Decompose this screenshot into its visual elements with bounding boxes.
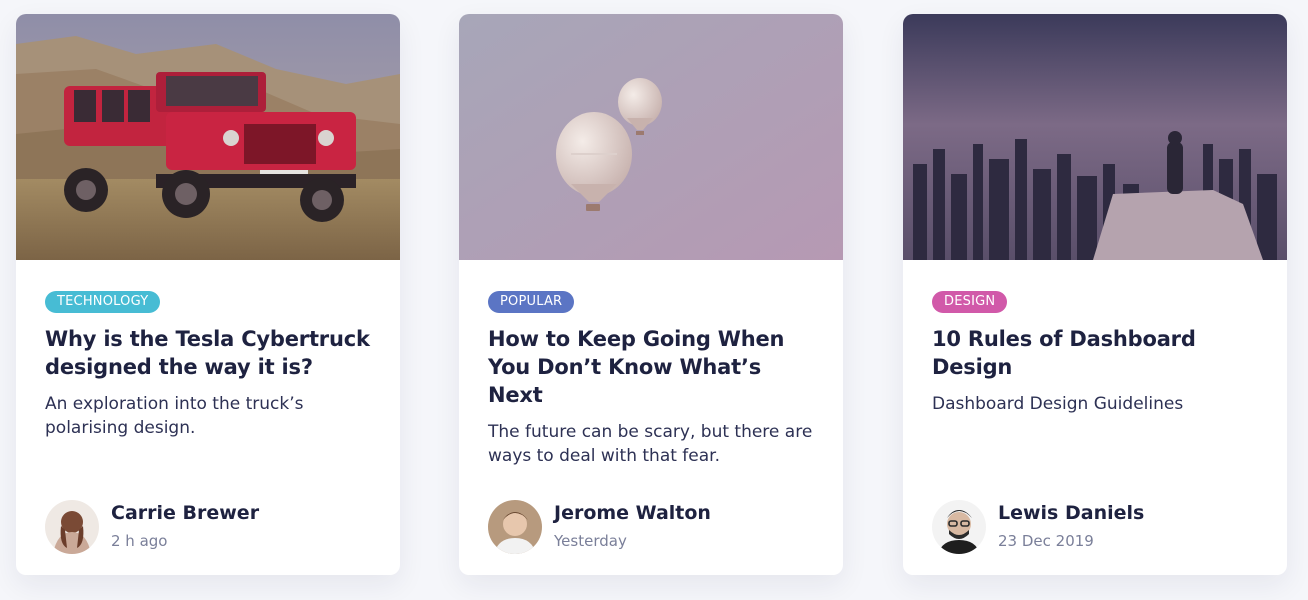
card-body: DESIGN 10 Rules of Dashboard Design Dash… [903, 260, 1287, 575]
category-tag[interactable]: DESIGN [932, 291, 1008, 313]
card-image-city[interactable] [903, 14, 1287, 260]
article-description: Dashboard Design Guidelines [932, 394, 1184, 414]
balloons-photo [459, 14, 843, 260]
article-description: An exploration into the truck’s polarisi… [45, 394, 304, 438]
card-body: TECHNOLOGY Why is the Tesla Cybertruck d… [16, 260, 400, 575]
author-name[interactable]: Jerome Walton [554, 500, 711, 526]
jeep-photo [16, 14, 400, 260]
article-card[interactable]: DESIGN 10 Rules of Dashboard Design Dash… [903, 14, 1287, 575]
author-avatar[interactable] [45, 500, 99, 554]
post-date: 23 Dec 2019 [998, 532, 1094, 550]
article-title[interactable]: How to Keep Going When You Don’t Know Wh… [488, 325, 813, 409]
city-photo [903, 14, 1287, 260]
author-name[interactable]: Lewis Daniels [998, 500, 1144, 526]
card-image-balloons[interactable] [459, 14, 843, 260]
post-date: 2 h ago [111, 532, 168, 550]
article-title[interactable]: 10 Rules of Dashboard Design [932, 325, 1257, 381]
card-image-jeep[interactable] [16, 14, 400, 260]
article-card[interactable]: TECHNOLOGY Why is the Tesla Cybertruck d… [16, 14, 400, 575]
author-avatar[interactable] [932, 500, 986, 554]
article-description: The future can be scary, but there are w… [488, 422, 813, 466]
category-tag[interactable]: POPULAR [488, 291, 575, 313]
article-title[interactable]: Why is the Tesla Cybertruck designed the… [45, 325, 370, 381]
article-card[interactable]: POPULAR How to Keep Going When You Don’t… [459, 14, 843, 575]
post-date: Yesterday [554, 532, 627, 550]
category-tag[interactable]: TECHNOLOGY [45, 291, 161, 313]
author-name[interactable]: Carrie Brewer [111, 500, 259, 526]
card-grid: TECHNOLOGY Why is the Tesla Cybertruck d… [0, 0, 1308, 600]
avatar-image [488, 500, 542, 554]
card-body: POPULAR How to Keep Going When You Don’t… [459, 260, 843, 575]
avatar-image [932, 500, 986, 554]
avatar-image [45, 500, 99, 554]
author-avatar[interactable] [488, 500, 542, 554]
